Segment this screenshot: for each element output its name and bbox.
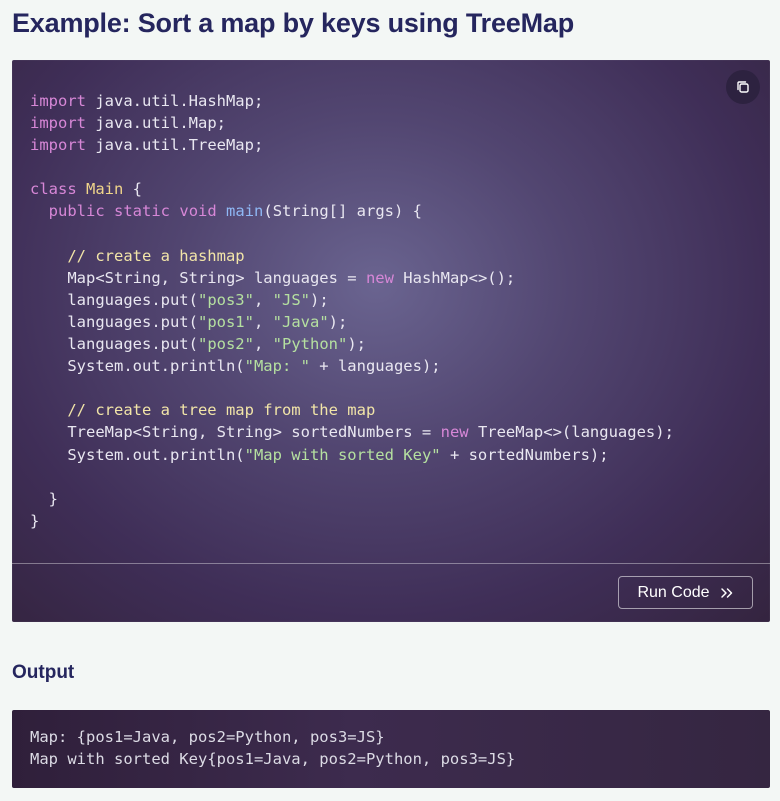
- code-token: + sortedNumbers);: [440, 445, 609, 464]
- code-token: "pos3": [197, 290, 254, 309]
- code-token: );: [309, 290, 329, 309]
- code-token: "Map: ": [244, 357, 310, 376]
- run-code-button[interactable]: Run Code: [618, 576, 753, 609]
- code-token: {: [123, 180, 143, 199]
- code-token: ,: [253, 312, 273, 331]
- code-token: main: [226, 202, 264, 221]
- copy-button[interactable]: [726, 70, 760, 104]
- output-heading: Output: [12, 662, 75, 683]
- code-token: "Map with sorted Key": [244, 445, 441, 464]
- code-line: TreeMap<String, String> sortedNumbers = …: [30, 423, 674, 441]
- code-line: class Main {: [30, 180, 142, 198]
- code-token: );: [328, 312, 348, 331]
- code-token: Main: [86, 180, 124, 199]
- code-line: languages.put("pos1", "Java");: [30, 313, 347, 331]
- code-token: import: [30, 114, 86, 133]
- code-token: System.out.println(: [30, 445, 245, 464]
- code-token: languages.put(: [30, 312, 198, 331]
- code-token: class: [30, 180, 77, 199]
- code-token: new: [365, 268, 394, 287]
- code-token: );: [347, 335, 366, 354]
- output-content: Map: {pos1=Java, pos2=Python, pos3=JS} M…: [30, 726, 515, 770]
- code-token: java.util.HashMap;: [86, 92, 264, 110]
- output-line: Map with sorted Key{pos1=Java, pos2=Pyth…: [30, 750, 516, 769]
- code-token: (String[] args) {: [263, 202, 422, 221]
- code-line: public static void main(String[] args) {: [30, 202, 422, 220]
- code-token: "JS": [272, 290, 310, 309]
- code-line: languages.put("pos2", "Python");: [30, 335, 366, 353]
- page-title: Example: Sort a map by keys using TreeMa…: [12, 8, 575, 38]
- code-token: TreeMap<>(languages);: [468, 423, 674, 442]
- code-token: java.util.Map;: [86, 114, 226, 133]
- code-token: void: [179, 202, 217, 221]
- code-content: import java.util.HashMap; import java.ut…: [30, 90, 674, 532]
- code-token: // create a hashmap: [67, 246, 245, 265]
- code-block: import java.util.HashMap; import java.ut…: [12, 60, 770, 622]
- double-chevron-right-icon: [720, 587, 734, 599]
- code-token: "pos2": [197, 335, 254, 354]
- code-line: // create a hashmap: [30, 246, 245, 265]
- code-line: import java.util.TreeMap;: [30, 136, 263, 154]
- code-token: // create a tree map from the map: [67, 401, 376, 420]
- code-token: languages.put(: [30, 290, 198, 309]
- divider: [12, 563, 770, 564]
- code-token: import: [30, 92, 86, 110]
- code-line: }: [30, 512, 39, 530]
- code-token: HashMap<>();: [393, 268, 516, 287]
- code-token: ,: [253, 335, 273, 354]
- code-line: import java.util.Map;: [30, 114, 226, 132]
- code-token: "Java": [272, 312, 329, 331]
- run-code-label: Run Code: [637, 583, 710, 601]
- code-token: TreeMap<String, String> sortedNumbers =: [30, 423, 441, 442]
- code-line: System.out.println("Map with sorted Key"…: [30, 445, 609, 464]
- code-line: // create a tree map from the map: [30, 401, 375, 419]
- code-token: Map<String, String> languages =: [30, 268, 366, 287]
- code-token: "pos1": [197, 312, 254, 331]
- code-token: public: [48, 202, 105, 221]
- code-token: import: [30, 136, 86, 155]
- code-token: ,: [253, 290, 273, 309]
- code-line: System.out.println("Map: " + languages);: [30, 357, 441, 376]
- code-token: + languages);: [309, 357, 441, 376]
- code-token: System.out.println(: [30, 357, 245, 376]
- code-token: static: [114, 202, 171, 221]
- copy-icon: [735, 79, 751, 95]
- code-line: Map<String, String> languages = new Hash…: [30, 269, 515, 287]
- code-line: }: [30, 490, 58, 508]
- code-token: "Python": [272, 335, 348, 354]
- code-token: }: [30, 489, 58, 508]
- code-token: languages.put(: [30, 335, 198, 354]
- code-line: languages.put("pos3", "JS");: [30, 290, 329, 309]
- code-token: }: [30, 511, 40, 530]
- output-block: Map: {pos1=Java, pos2=Python, pos3=JS} M…: [12, 710, 770, 788]
- code-token: java.util.TreeMap;: [86, 136, 264, 155]
- output-line: Map: {pos1=Java, pos2=Python, pos3=JS}: [30, 728, 385, 746]
- code-token: new: [440, 423, 469, 442]
- code-line: import java.util.HashMap;: [30, 92, 263, 110]
